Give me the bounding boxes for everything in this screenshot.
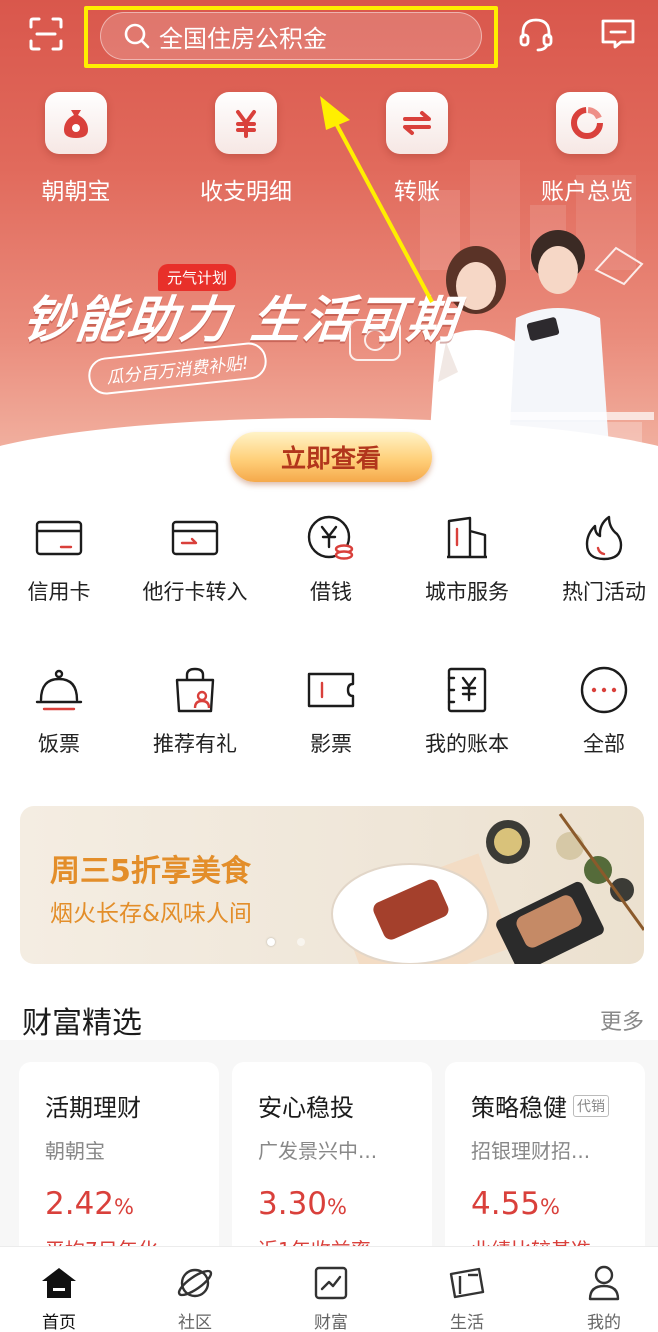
top-bar: 全国住房公积金 [0,0,658,72]
wealth-card-unit: % [327,1195,347,1219]
wealth-card-title: 策略稳健 [471,1094,567,1122]
home-icon [39,1263,79,1302]
grid-item-card-transfer[interactable]: 他行卡转入 [127,512,263,606]
grid-label: 影票 [310,732,352,756]
movie-ticket-icon [305,664,357,716]
wealth-card-product: 招银理财招... [471,1139,591,1163]
food-promo-banner[interactable]: 周三5折享美食 烟火长存&风味人间 [20,806,644,964]
flame-icon [578,512,630,564]
grid-label: 信用卡 [27,580,91,604]
ledger-icon [441,664,493,716]
grid-label: 热门活动 [562,580,646,604]
quick-action-overview[interactable]: 账户总览 [522,92,652,206]
view-now-button[interactable]: 立即查看 [230,432,432,482]
grid-item-hot-events[interactable]: 热门活动 [536,512,658,606]
quick-action-label: 账户总览 [541,179,633,205]
grid-item-city-service[interactable]: 城市服务 [399,512,535,606]
search-input[interactable]: 全国住房公积金 [100,12,482,60]
city-building-icon [441,512,493,564]
quick-action-zhaozhaobao[interactable]: 朝朝宝 [11,92,141,206]
headset-icon[interactable] [514,12,558,56]
yen-coin-icon [305,512,357,564]
search-icon [124,23,150,49]
food-banner-subtitle: 烟火长存&风味人间 [50,901,252,927]
tab-label: 社区 [178,1313,212,1332]
wealth-card-title: 安心稳投 [258,1094,354,1122]
yen-icon [215,92,277,154]
credit-card-icon [33,512,85,564]
tab-label: 生活 [450,1313,484,1332]
quick-action-statement[interactable]: 收支明细 [181,92,311,206]
grid-label: 推荐有礼 [153,732,237,756]
wealth-card[interactable]: 活期理财 朝朝宝 2.42% 平均7日年化 [19,1062,219,1262]
scan-icon[interactable] [24,12,68,56]
grid-label: 饭票 [38,732,80,756]
food-illustration [331,813,644,964]
dish-cloche-icon [33,664,85,716]
grid-item-referral[interactable]: 推荐有礼 [127,664,263,758]
wealth-card-title: 活期理财 [45,1094,141,1122]
wealth-card[interactable]: 安心稳投 广发景兴中... 3.30% 近1年收益率 [232,1062,432,1262]
card-transfer-icon [169,512,221,564]
ticket-icon [447,1263,487,1302]
wealth-more-link[interactable]: 更多 [600,1004,644,1036]
grid-label: 借钱 [310,580,352,604]
wealth-section-title: 财富精选 [22,1006,142,1041]
carousel-dot [297,938,305,946]
tab-life[interactable]: 生活 [401,1247,533,1332]
grid-item-meal-voucher[interactable]: 饭票 [0,664,127,758]
trend-chart-icon [311,1263,351,1302]
tab-home[interactable]: 首页 [0,1247,125,1332]
doodle-decoration [594,246,644,286]
message-icon[interactable] [596,12,640,56]
user-icon [584,1263,624,1302]
pie-chart-icon [556,92,618,154]
grid-item-credit-card[interactable]: 信用卡 [0,512,127,606]
tab-label: 首页 [42,1313,76,1332]
money-bag-icon [45,92,107,154]
planet-icon [175,1263,215,1302]
wealth-card-product: 朝朝宝 [45,1139,105,1163]
grid-item-movie-ticket[interactable]: 影票 [263,664,399,758]
tab-label: 财富 [314,1313,348,1332]
wealth-card-rate: 3.30 [258,1186,328,1222]
quick-action-label: 收支明细 [200,179,292,205]
grid-label: 我的账本 [425,732,509,756]
grid-label: 全部 [583,732,625,756]
more-dots-icon [578,664,630,716]
wealth-card-rate: 4.55 [471,1186,541,1222]
grid-item-all[interactable]: 全部 [536,664,658,758]
gift-bag-icon [169,664,221,716]
tab-label: 我的 [587,1313,621,1332]
grid-item-ledger[interactable]: 我的账本 [399,664,535,758]
bottom-tab-bar: 首页 社区 财富 生活 我的 [0,1246,658,1332]
wealth-card-rate: 2.42 [45,1186,115,1222]
quick-action-label: 朝朝宝 [41,179,111,205]
carousel-dot-active [267,938,275,946]
food-banner-title: 周三5折享美食 [50,854,251,889]
tab-mine[interactable]: 我的 [538,1247,658,1332]
tab-wealth[interactable]: 财富 [265,1247,397,1332]
search-text: 全国住房公积金 [159,24,327,53]
wealth-card-unit: % [114,1195,134,1219]
tab-community[interactable]: 社区 [129,1247,261,1332]
wealth-card-unit: % [540,1195,560,1219]
grid-label: 他行卡转入 [142,580,248,604]
wealth-card-product: 广发景兴中... [258,1139,378,1163]
grid-item-borrow[interactable]: 借钱 [263,512,399,606]
grid-label: 城市服务 [425,580,509,604]
agency-badge: 代销 [573,1094,609,1117]
wealth-card[interactable]: 策略稳健代销 招银理财招... 4.55% 业绩比较基准 [445,1062,645,1262]
annotation-arrow [320,96,434,303]
